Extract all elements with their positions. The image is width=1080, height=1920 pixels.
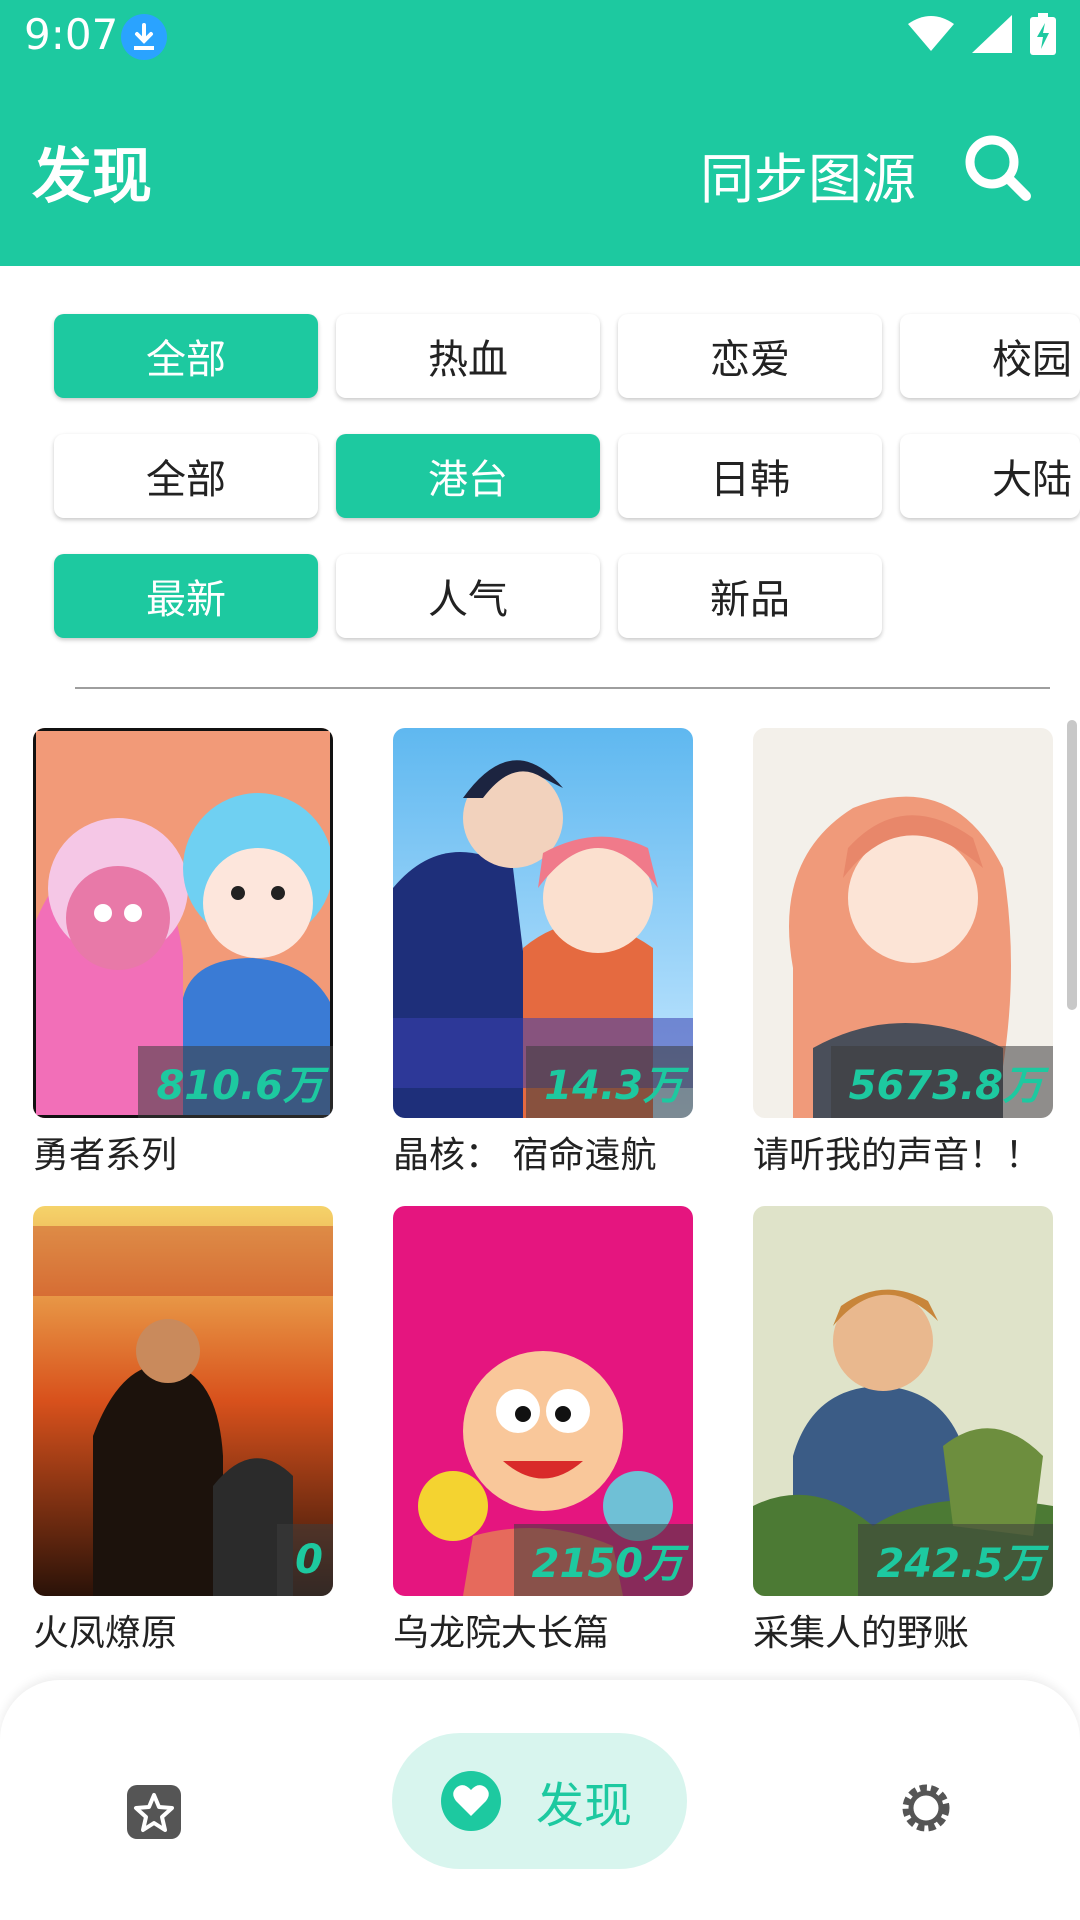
comic-card[interactable]: 2150万 乌龙院大长篇 [393,1206,693,1656]
app-header: 9:07 发现 同步图源 [0,0,1080,266]
settings-icon[interactable] [898,1780,954,1836]
comic-cover: 5673.8万 [753,728,1053,1118]
signal-icon [972,15,1012,53]
comic-cover: 810.6万 [33,728,333,1118]
region-chip-all[interactable]: 全部 [54,434,318,518]
comic-card[interactable]: 810.6万 勇者系列 [33,728,333,1178]
sort-chip-popular[interactable]: 人气 [336,554,600,638]
comic-title: 请听我的声音！！ [753,1135,1042,1176]
sort-chip-latest[interactable]: 最新 [54,554,318,638]
divider [75,687,1050,689]
battery-icon [1030,13,1056,55]
region-chip-jp-kr[interactable]: 日韩 [618,434,882,518]
comic-cover: 0 [33,1206,333,1596]
wifi-icon [908,16,954,51]
view-count: 810.6万 [138,1046,333,1118]
nav-discover-label: 发现 [536,1778,633,1834]
search-icon[interactable] [962,132,1034,204]
view-count: 2150万 [513,1524,693,1596]
comic-cover: 242.5万 [753,1206,1053,1596]
genre-filter-row: 全部 热血 恋爱 校园 [0,314,1080,404]
download-icon [121,14,167,60]
comic-card[interactable]: 5673.8万 请听我的声音！！ [753,728,1053,1178]
region-chip-mainland[interactable]: 大陆 [900,434,1080,518]
comic-title: 采集人的野账 [753,1613,970,1654]
region-filter-row: 全部 港台 日韩 大陆 [0,434,1080,524]
status-time: 9:07 [24,10,119,59]
comic-card[interactable]: 14.3万 晶核： 宿命遠航 [393,728,693,1178]
scrollbar[interactable] [1067,720,1077,1010]
comic-title: 火凤燎原 [33,1613,178,1654]
view-count: 242.5万 [858,1524,1053,1596]
sort-filter-row: 最新 人气 新品 [0,554,1080,644]
bottom-navigation: 发现 [0,1680,1080,1920]
sync-sources-button[interactable]: 同步图源 [700,135,916,214]
page-title: 发现 [32,142,152,212]
comic-title: 晶核： 宿命遠航 [393,1135,657,1176]
genre-chip-hot-blood[interactable]: 热血 [336,314,600,398]
sort-chip-new[interactable]: 新品 [618,554,882,638]
comic-card[interactable]: 242.5万 采集人的野账 [753,1206,1053,1656]
genre-chip-all[interactable]: 全部 [54,314,318,398]
view-count: 0 [277,1524,333,1596]
comic-cover: 14.3万 [393,728,693,1118]
status-icons [908,10,1056,58]
comic-title: 勇者系列 [33,1135,178,1176]
comic-card[interactable]: 0 火凤燎原 [33,1206,333,1656]
comic-title: 乌龙院大长篇 [393,1613,610,1654]
heart-icon [441,1771,501,1831]
genre-chip-school[interactable]: 校园 [900,314,1080,398]
region-chip-hk-tw[interactable]: 港台 [336,434,600,518]
genre-chip-romance[interactable]: 恋爱 [618,314,882,398]
nav-discover-tab[interactable]: 发现 [392,1733,687,1869]
view-count: 5673.8万 [830,1046,1053,1118]
comic-cover: 2150万 [393,1206,693,1596]
favorites-icon[interactable] [124,1782,184,1842]
view-count: 14.3万 [526,1046,693,1118]
